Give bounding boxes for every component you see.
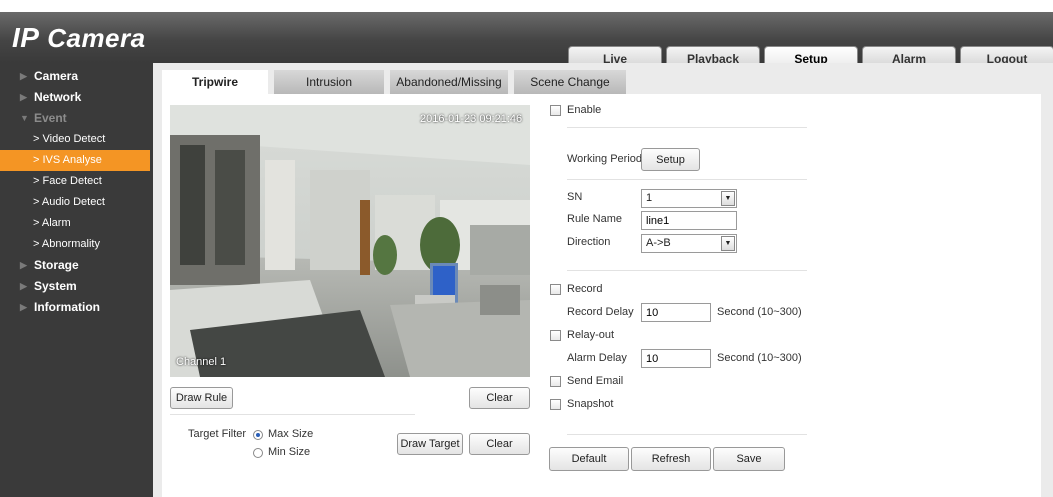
- caret-right-icon: ▶: [20, 71, 27, 81]
- save-button[interactable]: Save: [713, 447, 785, 471]
- sidebar-subitem-label: Abnormality: [41, 238, 100, 250]
- relay-out-label: Relay-out: [567, 329, 615, 341]
- draw-rule-button[interactable]: Draw Rule: [170, 387, 233, 409]
- sn-select[interactable]: 1 ▼: [641, 189, 737, 208]
- sidebar: ▶ Camera ▶ Network ▼ Event > Video Detect >…: [0, 63, 153, 497]
- target-filter-label: Target Filter: [188, 428, 247, 440]
- sidebar-item-label: Information: [34, 300, 100, 314]
- send-email-checkbox[interactable]: [550, 376, 561, 387]
- settings-panel: 2016-01-23 09:21:46 Channel 1 Draw Rule …: [162, 94, 1041, 497]
- caret-right-icon: ▶: [20, 92, 27, 102]
- default-button[interactable]: Default: [549, 447, 629, 471]
- dropdown-arrow-icon: ▼: [721, 191, 735, 206]
- refresh-button[interactable]: Refresh: [631, 447, 711, 471]
- chevron-right-icon: >: [33, 175, 40, 187]
- dropdown-arrow-icon: ▼: [721, 236, 735, 251]
- sidebar-subitem-label: Face Detect: [42, 175, 102, 187]
- chevron-right-icon: >: [33, 217, 40, 229]
- enable-checkbox[interactable]: [550, 105, 561, 116]
- enable-label: Enable: [567, 104, 602, 116]
- divider: [567, 434, 807, 435]
- record-delay-label: Record Delay: [567, 306, 634, 318]
- sidebar-subitem-audio-detect[interactable]: > Audio Detect: [0, 192, 153, 213]
- video-preview[interactable]: 2016-01-23 09:21:46 Channel 1: [170, 105, 530, 377]
- alarm-delay-unit: Second (10~300): [717, 352, 802, 364]
- tab-scene-change[interactable]: Scene Change: [514, 70, 626, 94]
- chevron-right-icon: >: [33, 154, 40, 166]
- min-size-radio[interactable]: [253, 448, 263, 458]
- sidebar-subitem-abnormality[interactable]: > Abnormality: [0, 234, 153, 255]
- logo: IP Camera: [12, 22, 146, 54]
- direction-value: A->B: [646, 237, 671, 249]
- tab-tripwire[interactable]: Tripwire: [162, 70, 268, 94]
- rule-name-label: Rule Name: [567, 213, 623, 225]
- logo-text: Camera: [47, 23, 146, 53]
- sidebar-item-label: System: [34, 279, 77, 293]
- divider: [567, 127, 807, 128]
- ivs-tabs: Tripwire Intrusion Abandoned/Missing Sce…: [162, 70, 626, 94]
- snapshot-checkbox[interactable]: [550, 399, 561, 410]
- record-checkbox[interactable]: [550, 284, 561, 295]
- sidebar-subitem-video-detect[interactable]: > Video Detect: [0, 129, 153, 150]
- camera-scene: [170, 105, 530, 377]
- relay-out-checkbox[interactable]: [550, 330, 561, 341]
- record-delay-unit: Second (10~300): [717, 306, 802, 318]
- sidebar-item-camera[interactable]: ▶ Camera: [0, 66, 153, 87]
- caret-down-icon: ▼: [20, 113, 29, 123]
- sidebar-item-event[interactable]: ▼ Event: [0, 108, 153, 129]
- working-period-label: Working Period: [567, 153, 642, 165]
- sidebar-item-system[interactable]: ▶ System: [0, 276, 153, 297]
- sidebar-item-label: Network: [34, 90, 82, 104]
- direction-label: Direction: [567, 236, 611, 248]
- chevron-right-icon: >: [33, 196, 40, 208]
- snapshot-label: Snapshot: [567, 398, 614, 410]
- sidebar-item-label: Camera: [34, 69, 79, 83]
- divider: [567, 270, 807, 271]
- alarm-delay-input[interactable]: [641, 349, 711, 368]
- clear-target-button[interactable]: Clear: [469, 433, 530, 455]
- sidebar-subitem-label: IVS Analyse: [42, 154, 102, 166]
- sidebar-item-label: Event: [34, 111, 67, 125]
- sidebar-item-label: Storage: [34, 258, 79, 272]
- sidebar-subitem-label: Audio Detect: [41, 196, 105, 208]
- chevron-right-icon: >: [33, 238, 40, 250]
- header-bar: IP Camera Live Playback Setup Alarm Logo…: [0, 12, 1053, 71]
- sidebar-item-information[interactable]: ▶ Information: [0, 297, 153, 318]
- logo-prefix: IP: [12, 22, 40, 53]
- video-channel-label: Channel 1: [176, 356, 227, 368]
- sidebar-item-storage[interactable]: ▶ Storage: [0, 255, 153, 276]
- video-timestamp: 2016-01-23 09:21:46: [420, 113, 523, 125]
- caret-right-icon: ▶: [20, 281, 27, 291]
- min-size-label: Min Size: [268, 446, 311, 458]
- tab-intrusion[interactable]: Intrusion: [274, 70, 384, 94]
- max-size-radio[interactable]: [253, 430, 263, 440]
- sn-label: SN: [567, 191, 583, 203]
- sidebar-subitem-face-detect[interactable]: > Face Detect: [0, 171, 153, 192]
- direction-select[interactable]: A->B ▼: [641, 234, 737, 253]
- alarm-delay-label: Alarm Delay: [567, 352, 627, 364]
- sidebar-subitem-label: Video Detect: [42, 133, 106, 145]
- max-size-label: Max Size: [268, 428, 314, 440]
- sidebar-subitem-alarm[interactable]: > Alarm: [0, 213, 153, 234]
- sn-value: 1: [646, 192, 653, 204]
- record-delay-input[interactable]: [641, 303, 711, 322]
- content-area: Tripwire Intrusion Abandoned/Missing Sce…: [153, 63, 1053, 497]
- rule-name-input[interactable]: [641, 211, 737, 230]
- chevron-right-icon: >: [33, 133, 40, 145]
- record-label: Record: [567, 283, 603, 295]
- draw-target-button[interactable]: Draw Target: [397, 433, 463, 455]
- sidebar-subitem-ivs-analyse[interactable]: > IVS Analyse: [0, 150, 150, 171]
- caret-right-icon: ▶: [20, 260, 27, 270]
- tab-abandoned-missing[interactable]: Abandoned/Missing: [390, 70, 508, 94]
- divider: [567, 179, 807, 180]
- clear-rule-button[interactable]: Clear: [469, 387, 530, 409]
- divider: [170, 414, 415, 415]
- working-period-setup-button[interactable]: Setup: [641, 148, 700, 171]
- sidebar-subitem-label: Alarm: [41, 217, 71, 229]
- sidebar-item-network[interactable]: ▶ Network: [0, 87, 153, 108]
- caret-right-icon: ▶: [20, 302, 27, 312]
- send-email-label: Send Email: [567, 375, 624, 387]
